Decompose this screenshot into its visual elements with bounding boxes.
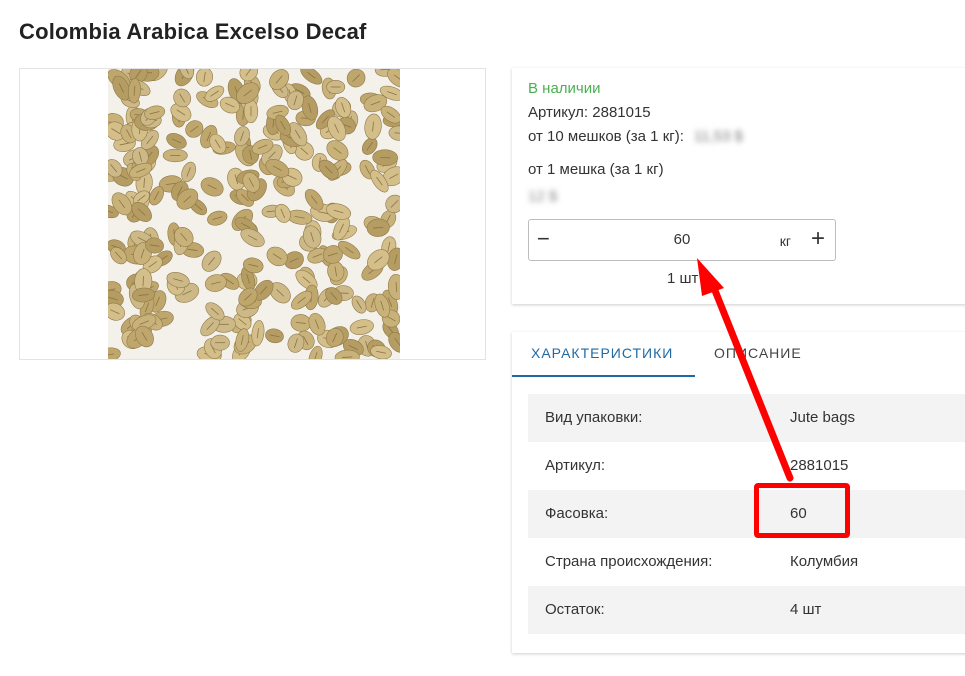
arrow-icon	[697, 258, 794, 482]
